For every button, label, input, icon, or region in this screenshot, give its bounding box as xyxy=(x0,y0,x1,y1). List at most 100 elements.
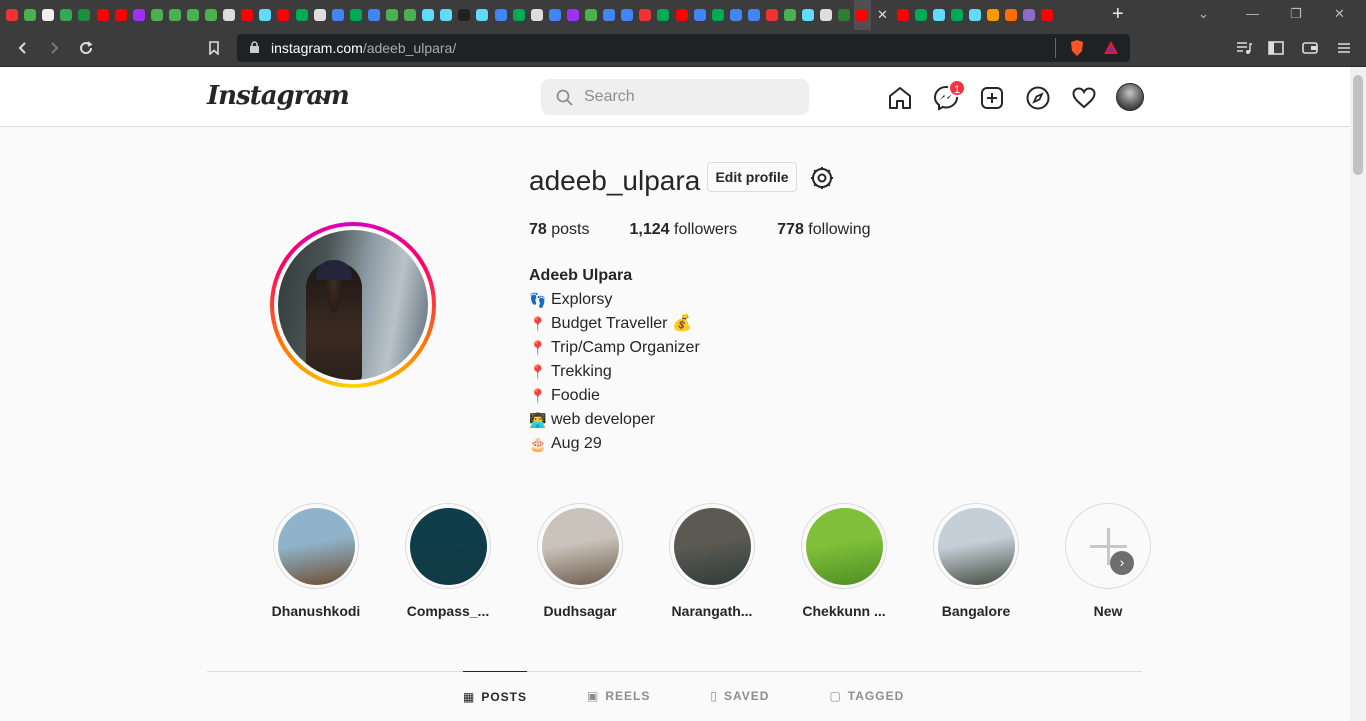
browser-tab[interactable] xyxy=(619,0,635,30)
browser-tab[interactable] xyxy=(239,0,255,30)
browser-tab[interactable] xyxy=(40,0,56,30)
search-input[interactable] xyxy=(541,79,809,115)
close-window-button[interactable]: ✕ xyxy=(1334,6,1345,22)
browser-tab[interactable] xyxy=(149,0,165,30)
stat-posts[interactable]: 78 posts xyxy=(529,221,590,239)
edit-profile-button[interactable]: Edit profile xyxy=(707,162,797,192)
new-post-icon[interactable] xyxy=(979,85,1005,111)
browser-tab[interactable] xyxy=(818,0,834,30)
browser-tab[interactable] xyxy=(764,0,780,30)
highlight-item[interactable]: New xyxy=(1042,503,1174,619)
browser-tab[interactable] xyxy=(565,0,581,30)
profile-avatar-story-ring[interactable] xyxy=(270,222,436,388)
browser-tab[interactable] xyxy=(949,0,965,30)
browser-tab[interactable] xyxy=(384,0,400,30)
browser-tab[interactable] xyxy=(366,0,382,30)
minimize-button[interactable]: — xyxy=(1246,6,1259,21)
tab-search-icon[interactable]: ⌄ xyxy=(1198,6,1209,22)
browser-tab[interactable] xyxy=(167,0,183,30)
highlight-item[interactable]: Narangath... xyxy=(646,503,778,619)
tab-reels[interactable]: ▣ REELS xyxy=(587,671,650,721)
browser-tab[interactable] xyxy=(294,0,310,30)
brave-shield-icon[interactable] xyxy=(1069,39,1085,62)
explore-icon[interactable] xyxy=(1025,85,1051,111)
bookmark-icon[interactable] xyxy=(205,39,223,57)
browser-tab[interactable] xyxy=(710,0,726,30)
browser-tab[interactable] xyxy=(131,0,147,30)
browser-tab[interactable] xyxy=(511,0,527,30)
stat-following[interactable]: 778 following xyxy=(777,221,870,239)
playlist-icon[interactable] xyxy=(1235,39,1253,57)
browser-tab[interactable] xyxy=(438,0,454,30)
settings-gear-icon[interactable] xyxy=(809,165,835,196)
browser-tab[interactable] xyxy=(330,0,346,30)
highlight-item[interactable]: Bangalore xyxy=(910,503,1042,619)
browser-tab[interactable] xyxy=(1021,0,1037,30)
sidebar-icon[interactable] xyxy=(1267,39,1285,57)
browser-tab[interactable] xyxy=(583,0,599,30)
tab-posts[interactable]: ▦ POSTS xyxy=(463,671,528,721)
browser-tab[interactable] xyxy=(493,0,509,30)
browser-tab[interactable] xyxy=(637,0,653,30)
tab-tagged[interactable]: ▢ TAGGED xyxy=(829,671,904,721)
browser-tab[interactable] xyxy=(895,0,911,30)
browser-tab[interactable] xyxy=(692,0,708,30)
browser-tab[interactable] xyxy=(931,0,947,30)
browser-tab[interactable] xyxy=(113,0,129,30)
close-tab-icon[interactable]: ✕ xyxy=(873,7,893,23)
browser-tab[interactable] xyxy=(94,0,110,30)
highlight-item[interactable]: Compass_... xyxy=(382,503,514,619)
forward-button[interactable] xyxy=(45,39,63,57)
highlight-item[interactable]: Chekkunn ... xyxy=(778,503,910,619)
browser-tab[interactable] xyxy=(1039,0,1055,30)
tab-saved[interactable]: ▯ SAVED xyxy=(710,671,769,721)
browser-tab[interactable] xyxy=(547,0,563,30)
browser-tab[interactable] xyxy=(782,0,798,30)
browser-tab[interactable] xyxy=(76,0,92,30)
browser-tab[interactable] xyxy=(312,0,328,30)
heart-icon[interactable] xyxy=(1071,85,1097,111)
back-button[interactable] xyxy=(14,39,32,57)
brave-rewards-icon[interactable] xyxy=(1103,40,1119,60)
browser-tab[interactable] xyxy=(985,0,1001,30)
chevron-down-icon[interactable] xyxy=(318,89,330,107)
browser-tab[interactable] xyxy=(203,0,219,30)
home-icon[interactable] xyxy=(887,85,913,111)
browser-tab[interactable] xyxy=(4,0,20,30)
browser-tab[interactable] xyxy=(1003,0,1019,30)
browser-tab[interactable] xyxy=(728,0,744,30)
browser-tab[interactable] xyxy=(746,0,762,30)
browser-tab[interactable] xyxy=(456,0,472,30)
browser-tab[interactable] xyxy=(854,0,871,30)
highlight-item[interactable]: Dudhsagar xyxy=(514,503,646,619)
browser-tab[interactable] xyxy=(601,0,617,30)
browser-tab[interactable] xyxy=(474,0,490,30)
address-bar[interactable]: instagram.com/adeeb_ulpara/ xyxy=(237,34,1130,62)
highlights-next-button[interactable]: › xyxy=(1110,551,1134,575)
menu-icon[interactable] xyxy=(1335,39,1353,57)
browser-tab[interactable] xyxy=(257,0,273,30)
highlight-item[interactable]: Dhanushkodi xyxy=(250,503,382,619)
new-tab-button[interactable]: + xyxy=(1112,4,1124,24)
browser-tab[interactable] xyxy=(529,0,545,30)
browser-tab[interactable] xyxy=(967,0,983,30)
wallet-icon[interactable] xyxy=(1301,39,1319,57)
browser-tab[interactable] xyxy=(275,0,291,30)
browser-tab[interactable] xyxy=(655,0,671,30)
browser-tab[interactable] xyxy=(402,0,418,30)
browser-tab[interactable] xyxy=(420,0,436,30)
browser-tab[interactable] xyxy=(673,0,689,30)
browser-tab[interactable] xyxy=(22,0,38,30)
reload-button[interactable] xyxy=(77,39,95,57)
browser-tab[interactable] xyxy=(836,0,852,30)
profile-avatar-small[interactable] xyxy=(1116,83,1144,111)
restore-button[interactable]: ❐ xyxy=(1290,6,1302,22)
browser-tab[interactable] xyxy=(800,0,816,30)
browser-tab[interactable] xyxy=(185,0,201,30)
browser-tab[interactable] xyxy=(913,0,929,30)
browser-tab[interactable] xyxy=(348,0,364,30)
page-scrollbar[interactable] xyxy=(1350,67,1366,721)
stat-followers[interactable]: 1,124 followers xyxy=(630,221,738,239)
browser-tab[interactable] xyxy=(221,0,237,30)
browser-tab[interactable] xyxy=(58,0,74,30)
